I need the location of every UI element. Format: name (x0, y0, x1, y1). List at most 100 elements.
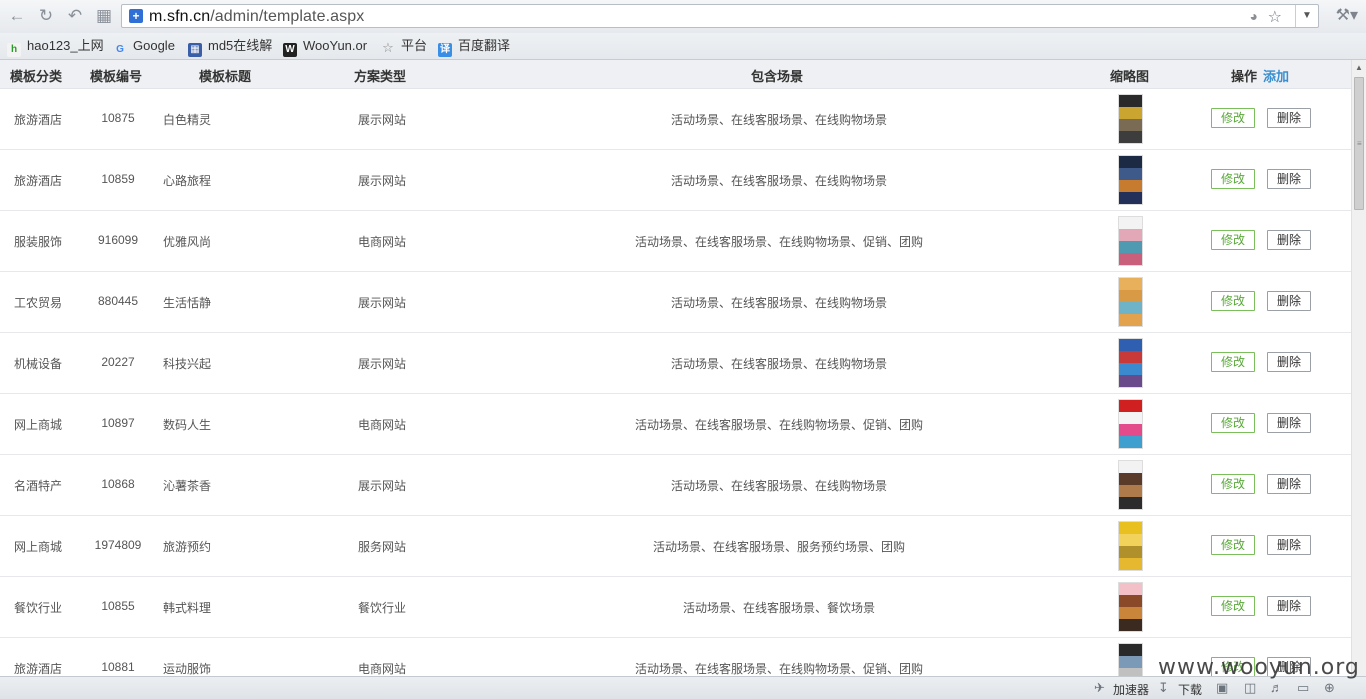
thumbnail-band (1119, 461, 1142, 473)
category-cell: 旅游酒店 (14, 174, 63, 188)
template-thumbnail[interactable] (1118, 399, 1143, 449)
scenes-cell: 活动场景、在线客服场景、在线购物场景 (670, 113, 887, 127)
template-thumbnail[interactable] (1118, 94, 1143, 144)
template-thumbnail[interactable] (1118, 643, 1143, 676)
scenes-cell: 活动场景、在线客服场景、在线购物场景 (670, 479, 887, 493)
edit-button[interactable]: 修改 (1211, 474, 1255, 494)
screenshot-icon[interactable]: ▣ (1216, 680, 1228, 696)
bookmark-wooyun[interactable]: W WooYun.or (283, 38, 367, 57)
template-thumbnail[interactable] (1118, 521, 1143, 571)
bookmark-google[interactable]: G Google (113, 38, 175, 55)
title-cell: 数码人生 (163, 418, 212, 432)
download-label[interactable]: 下载 (1178, 681, 1202, 698)
thumbnail-band (1119, 217, 1142, 229)
url-path: /admin/template.aspx (210, 8, 365, 25)
trash-icon[interactable]: ◫ (1244, 680, 1256, 696)
id-cell: 10868 (101, 477, 135, 491)
edit-button[interactable]: 修改 (1211, 413, 1255, 433)
delete-button[interactable]: 删除 (1267, 108, 1311, 128)
template-thumbnail[interactable] (1118, 582, 1143, 632)
star-bookmark-icon: ☆ (382, 40, 394, 55)
delete-button[interactable]: 删除 (1267, 169, 1311, 189)
hao123-icon: h (7, 43, 21, 57)
address-bar[interactable]: + m.sfn.cn/admin/template.aspx ◕ ☆ ▼ (121, 4, 1319, 28)
template-thumbnail[interactable] (1118, 216, 1143, 266)
thumbnail-band (1119, 131, 1142, 143)
add-template-link[interactable]: 添加 (1263, 69, 1289, 84)
thumbnail-band (1119, 424, 1142, 436)
type-cell: 展示网站 (358, 479, 407, 493)
edit-button[interactable]: 修改 (1211, 230, 1255, 250)
back-icon[interactable]: ← (7, 6, 27, 26)
type-cell: 展示网站 (358, 296, 407, 310)
wooyun-icon: W (283, 43, 297, 57)
thumbnail-band (1119, 363, 1142, 375)
accelerator-icon[interactable]: ✈ (1094, 680, 1105, 696)
ie-mode-icon[interactable]: ◕ (1250, 8, 1258, 24)
scenes-cell: 活动场景、在线客服场景、在线购物场景、促销、团购 (634, 235, 923, 249)
thumbnail-band (1119, 546, 1142, 558)
scrollbar-thumb[interactable]: ≡ (1354, 77, 1364, 210)
thumbnail-band (1119, 168, 1142, 180)
edit-button[interactable]: 修改 (1211, 352, 1255, 372)
scenes-cell: 活动场景、在线客服场景、在线购物场景 (670, 357, 887, 371)
delete-button[interactable]: 删除 (1267, 535, 1311, 555)
scroll-up-icon[interactable]: ▲ (1355, 63, 1363, 72)
header-thumbnail: 缩略图 (1110, 69, 1150, 84)
refresh-icon[interactable]: ↻ (36, 6, 56, 26)
category-cell: 网上商城 (14, 540, 63, 554)
bookmark-md5[interactable]: ▦ md5在线解 (188, 38, 272, 57)
vertical-scrollbar[interactable]: ▲ ≡ (1351, 60, 1366, 676)
bookmark-baidu-translate[interactable]: 译百度翻译 (438, 38, 510, 57)
delete-button[interactable]: 删除 (1267, 413, 1311, 433)
table-row: 餐饮行业 10855 韩式料理 餐饮行业 活动场景、在线客服场景、餐饮场景 修改 删除 (0, 577, 1351, 638)
delete-button[interactable]: 删除 (1267, 291, 1311, 311)
id-cell: 10875 (101, 111, 135, 125)
delete-button[interactable]: 删除 (1267, 596, 1311, 616)
bookmark-label: Google (133, 38, 175, 53)
delete-button[interactable]: 删除 (1267, 230, 1311, 250)
zoom-icon[interactable]: ⊕ (1324, 680, 1335, 696)
template-thumbnail[interactable] (1118, 155, 1143, 205)
edit-button[interactable]: 修改 (1211, 596, 1255, 616)
edit-button[interactable]: 修改 (1211, 108, 1255, 128)
tabs-grid-icon[interactable]: ▦ (94, 6, 114, 26)
thumbnail-band (1119, 156, 1142, 168)
category-cell: 工农贸易 (14, 296, 63, 310)
template-thumbnail[interactable] (1118, 277, 1143, 327)
edit-button[interactable]: 修改 (1211, 291, 1255, 311)
template-thumbnail[interactable] (1118, 338, 1143, 388)
thumbnail-band (1119, 436, 1142, 448)
scenes-cell: 活动场景、在线客服场景、在线购物场景、促销、团购 (634, 662, 923, 676)
thumbnail-band (1119, 314, 1142, 326)
undo-close-icon[interactable]: ↶ (65, 6, 85, 26)
thumbnail-band (1119, 473, 1142, 485)
edit-button[interactable]: 修改 (1211, 535, 1255, 555)
header-category: 模板分类 (10, 69, 63, 84)
thumbnail-band (1119, 253, 1142, 265)
title-cell: 科技兴起 (163, 357, 212, 371)
bookmark-platform[interactable]: ☆ 平台 (381, 38, 427, 55)
delete-button[interactable]: 删除 (1267, 474, 1311, 494)
translate-icon: 译 (438, 43, 452, 57)
scenes-cell: 活动场景、在线客服场景、餐饮场景 (682, 601, 875, 615)
thumbnail-band (1119, 192, 1142, 204)
header-scenes: 包含场景 (751, 69, 804, 84)
bookmark-hao123[interactable]: h hao123_上网 (7, 38, 104, 57)
address-dropdown-icon[interactable]: ▼ (1295, 5, 1318, 27)
accelerator-label[interactable]: 加速器 (1113, 681, 1149, 698)
url-text[interactable]: m.sfn.cn/admin/template.aspx (149, 8, 364, 26)
title-cell: 运动服饰 (163, 662, 212, 676)
thumbnail-band (1119, 180, 1142, 192)
favorite-star-icon[interactable]: ☆ (1268, 7, 1282, 27)
thumbnail-band (1119, 497, 1142, 509)
google-icon: G (116, 44, 124, 55)
edit-button[interactable]: 修改 (1211, 169, 1255, 189)
template-thumbnail[interactable] (1118, 460, 1143, 510)
delete-button[interactable]: 删除 (1267, 352, 1311, 372)
download-icon[interactable]: ↧ (1158, 680, 1169, 696)
volume-icon[interactable]: ♬ (1270, 680, 1283, 695)
tools-wrench-icon[interactable]: ⚒▾ (1336, 5, 1358, 25)
table-row: 旅游酒店 10859 心路旅程 展示网站 活动场景、在线客服场景、在线购物场景 修改 删除 (0, 150, 1351, 211)
window-icon[interactable]: ▭ (1297, 680, 1309, 696)
